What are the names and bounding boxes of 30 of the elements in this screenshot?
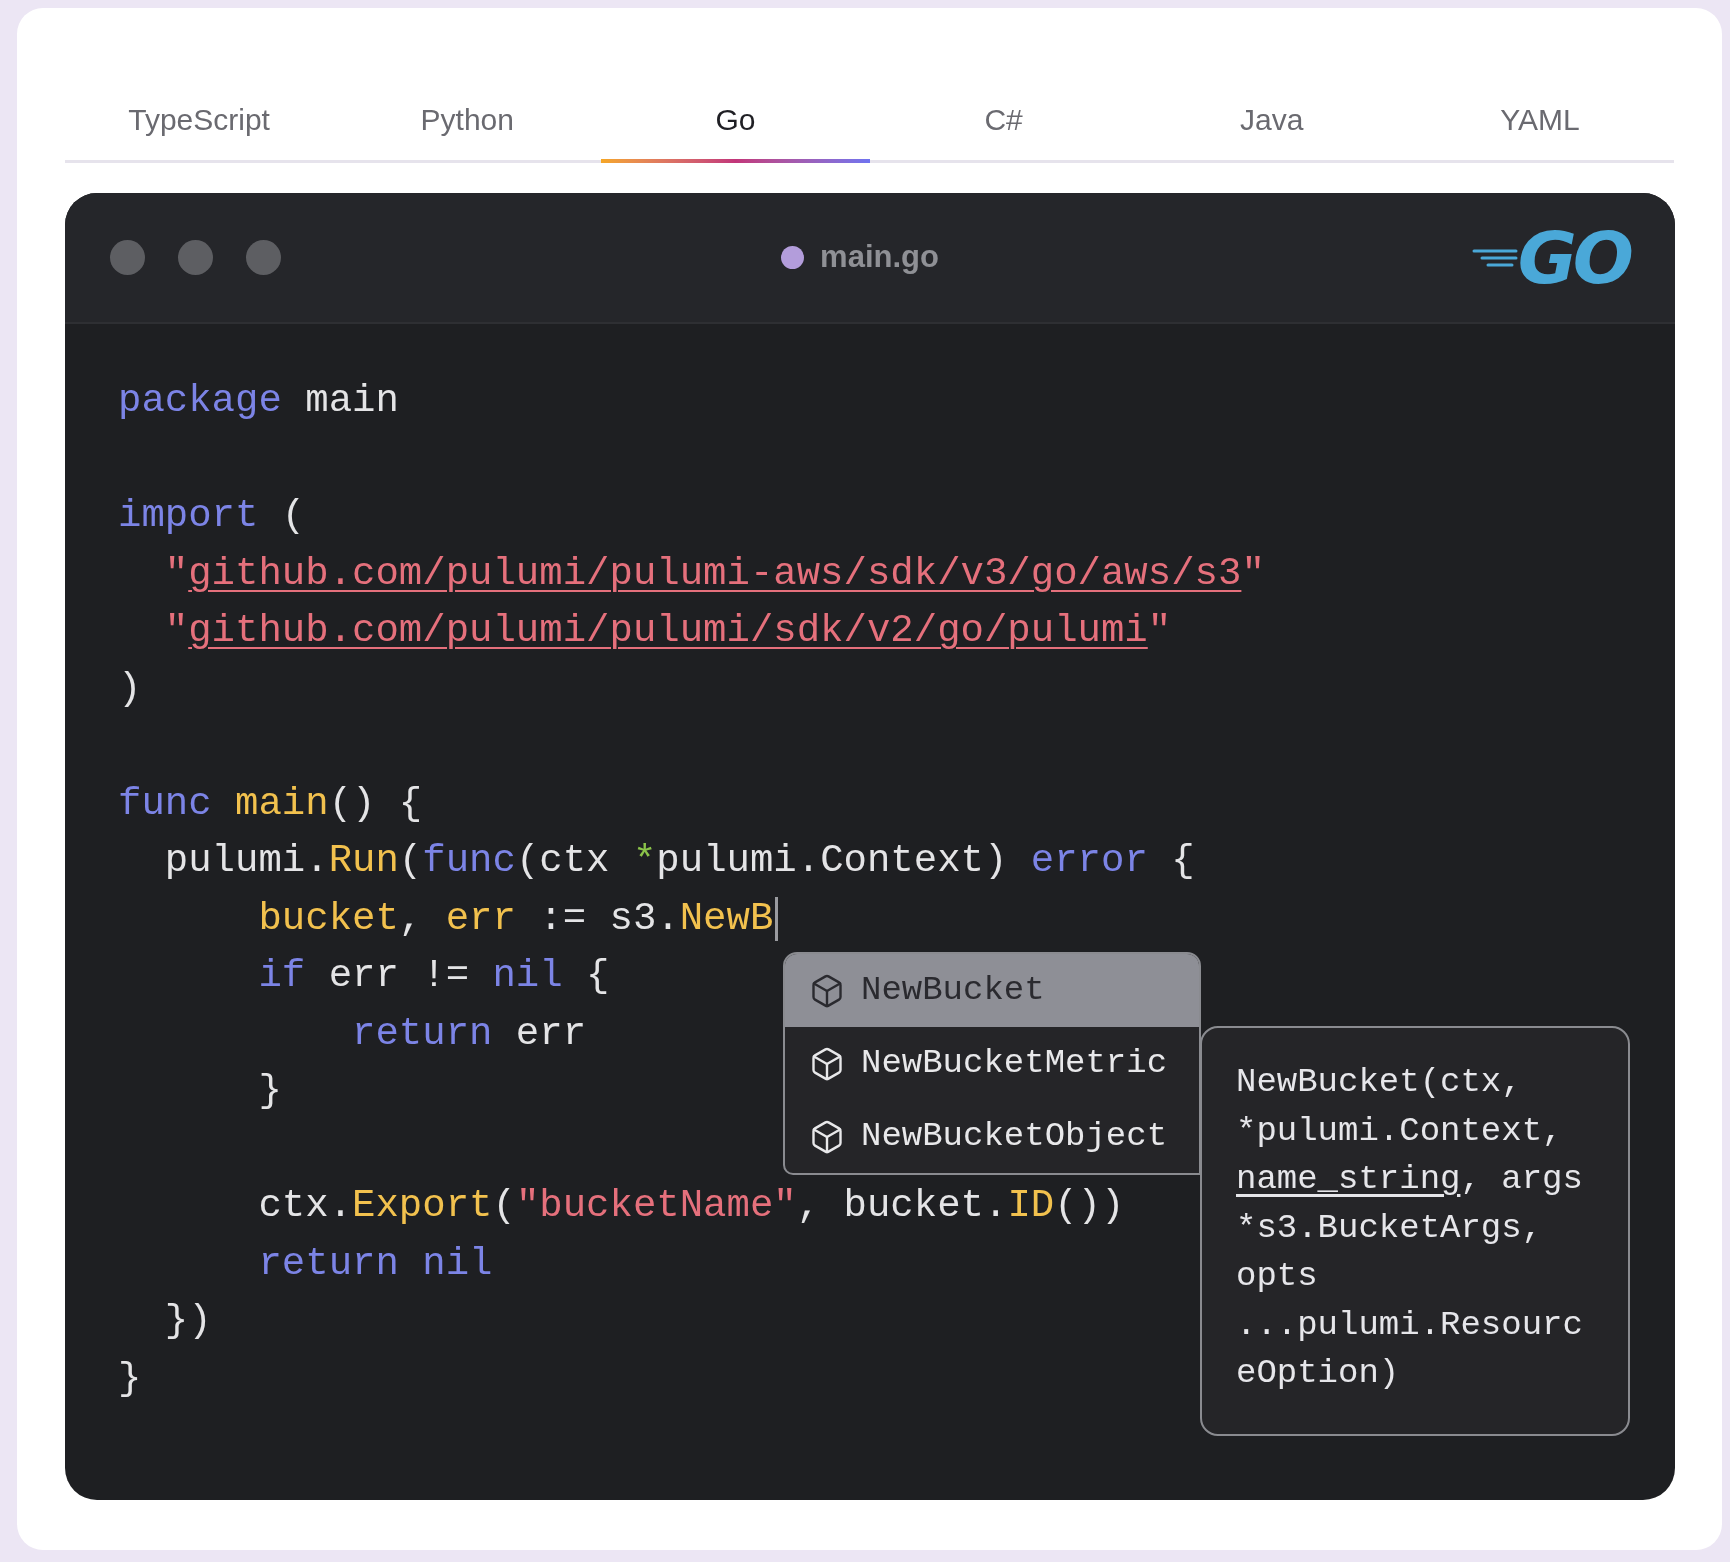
suggestion-item[interactable]: NewBucketObject [785, 1100, 1199, 1173]
suggestion-item[interactable]: NewBucket [785, 954, 1199, 1027]
code-line: import ( [118, 493, 306, 540]
code-line: "github.com/pulumi/pulumi/sdk/v2/go/pulumi" [163, 608, 1172, 655]
suggestion-item[interactable]: NewBucketMetric [785, 1027, 1199, 1100]
code-line: return nil [257, 1240, 493, 1288]
code-line: return err [351, 1010, 587, 1058]
language-tab[interactable]: Go [601, 78, 870, 160]
language-tab[interactable]: C# [869, 78, 1138, 160]
cube-icon [809, 1045, 845, 1082]
language-tab[interactable]: Java [1137, 78, 1406, 160]
code-line: "github.com/pulumi/pulumi-aws/sdk/v3/go/aws/s3" [163, 550, 1265, 598]
code-line: } [257, 1068, 282, 1115]
file-name: main.go [820, 238, 939, 277]
cube-icon [809, 1118, 845, 1155]
code-line: } [118, 1355, 142, 1403]
code-line: ctx.Export("bucketName", bucket.ID()) [257, 1183, 1125, 1230]
code-line: }) [163, 1298, 212, 1345]
code-line: ) [118, 665, 142, 713]
cube-icon [809, 972, 845, 1009]
signature-text: NewBucket(ctx, *pulumi.Context, name_string, args *s3.BucketArgs, opts ...pulumi.ResourceOption) [1236, 1062, 1583, 1394]
logo-text: GO [1517, 221, 1630, 294]
code-line: bucket, err := s3.NewB [257, 895, 774, 943]
code-line: package main [118, 378, 399, 425]
language-tab[interactable]: YAML [1405, 78, 1675, 160]
code-line: func main() { [118, 780, 423, 828]
code-line: pulumi.Run(func(ctx *pulumi.Context) error { [163, 838, 1195, 885]
code-line: if err != nil { [257, 953, 610, 1000]
language-tab[interactable]: Python [333, 78, 602, 160]
language-tab[interactable]: TypeScript [65, 78, 334, 160]
